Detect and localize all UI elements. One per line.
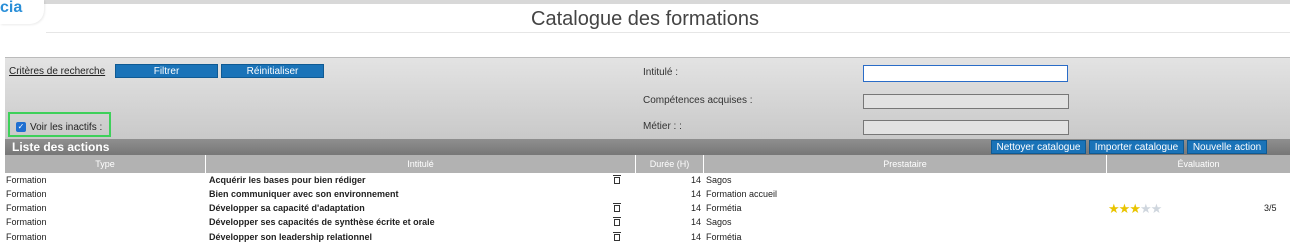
trash-icon[interactable]	[613, 217, 621, 226]
col-intitule[interactable]: Intitulé	[206, 155, 636, 173]
row-duration: 14	[691, 232, 702, 242]
table-row[interactable]: Formation Bien communiquer avec son envi…	[0, 188, 1290, 202]
trash-icon[interactable]	[613, 175, 621, 184]
row-provider: Sagos	[706, 217, 732, 227]
top-bar	[0, 0, 1290, 4]
star-icon: ★	[1139, 201, 1152, 216]
row-duration: 14	[691, 217, 702, 227]
row-type: Formation	[6, 217, 47, 227]
row-type: Formation	[6, 232, 47, 242]
show-inactive-label: Voir les inactifs :	[30, 122, 103, 133]
import-catalog-button[interactable]: Importer catalogue	[1089, 140, 1184, 154]
filter-button[interactable]: Filtrer	[115, 64, 218, 78]
trash-icon[interactable]	[613, 232, 621, 241]
row-duration: 14	[691, 203, 702, 213]
col-type[interactable]: Type	[5, 155, 206, 173]
star-icon: ★	[1150, 201, 1163, 216]
row-provider: Sagos	[706, 175, 732, 185]
table-row[interactable]: Formation Acquérir les bases pour bien r…	[0, 174, 1290, 188]
table-row[interactable]: Formation Développer son leadership rela…	[0, 231, 1290, 245]
row-type: Formation	[6, 203, 47, 213]
intitule-field[interactable]	[863, 65, 1068, 82]
list-title: Liste des actions	[12, 140, 110, 154]
row-duration: 14	[691, 175, 702, 185]
col-duree[interactable]: Durée (H)	[636, 155, 704, 173]
row-title[interactable]: Acquérir les bases pour bien rédiger	[209, 175, 366, 185]
row-provider: Formétia	[706, 232, 742, 242]
new-action-button[interactable]: Nouvelle action	[1187, 140, 1267, 154]
clean-catalog-button[interactable]: Nettoyer catalogue	[991, 140, 1086, 154]
row-rating: 3/5	[1264, 203, 1277, 213]
trash-icon[interactable]	[613, 203, 621, 212]
search-criteria-link[interactable]: Critères de recherche	[9, 66, 105, 77]
competences-field[interactable]	[863, 94, 1069, 109]
title-divider	[46, 32, 1290, 33]
metier-field[interactable]	[863, 120, 1069, 135]
intitule-label: Intitulé :	[643, 67, 679, 78]
table-row[interactable]: Formation Développer ses capacités de sy…	[0, 216, 1290, 230]
row-type: Formation	[6, 189, 47, 199]
row-title[interactable]: Bien communiquer avec son environnement	[209, 189, 399, 199]
col-prestataire[interactable]: Prestataire	[704, 155, 1107, 173]
table-row[interactable]: Formation Développer sa capacité d'adapt…	[0, 202, 1290, 216]
page-title: Catalogue des formations	[531, 8, 759, 30]
row-title[interactable]: Développer sa capacité d'adaptation	[209, 203, 365, 213]
star-icon: ★	[1108, 201, 1120, 216]
show-inactive-checkbox[interactable]: ✓	[16, 122, 26, 132]
competences-label: Compétences acquises :	[643, 95, 753, 106]
star-icon: ★	[1118, 201, 1131, 216]
row-title[interactable]: Développer ses capacités de synthèse écr…	[209, 217, 435, 227]
row-title[interactable]: Développer son leadership relationnel	[209, 232, 372, 242]
metier-label: Métier : :	[643, 121, 682, 132]
row-provider: Formation accueil	[706, 189, 778, 199]
row-duration: 14	[691, 189, 702, 199]
col-evaluation[interactable]: Évaluation	[1107, 155, 1290, 173]
row-type: Formation	[6, 175, 47, 185]
check-icon: ✓	[17, 122, 25, 131]
reset-button[interactable]: Réinitialiser	[221, 64, 324, 78]
star-icon: ★	[1129, 201, 1141, 216]
row-provider: Formétia	[706, 203, 742, 213]
star-rating: ★★★★★	[1108, 201, 1163, 216]
